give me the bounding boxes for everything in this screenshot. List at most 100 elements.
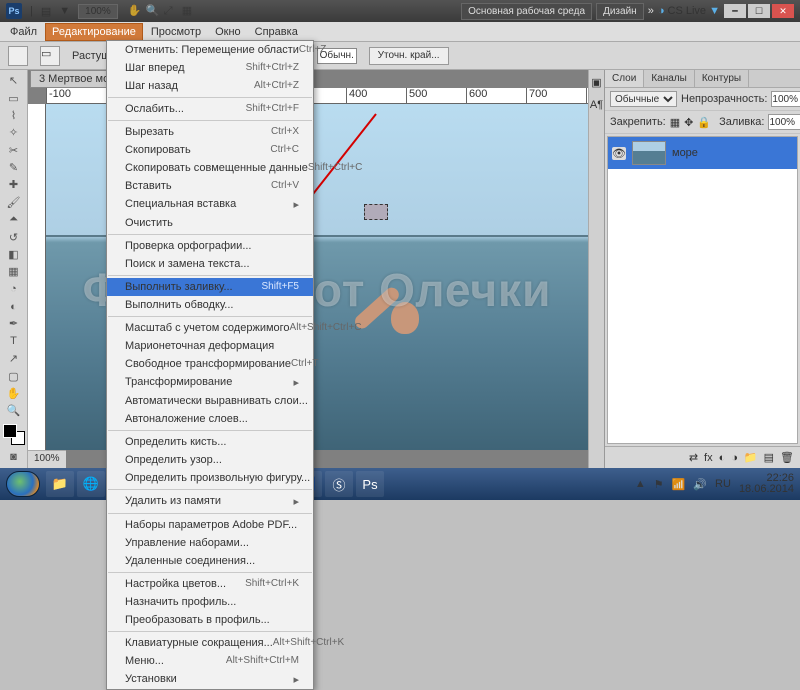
menu-file[interactable]: Файл: [4, 24, 43, 40]
hand-tool-icon[interactable]: ✋: [2, 385, 26, 402]
layer-item[interactable]: 👁 море: [608, 137, 797, 169]
menu-item[interactable]: Преобразовать в профиль...: [107, 611, 313, 629]
marquee-selector-icon[interactable]: ▭: [40, 46, 60, 66]
menu-item[interactable]: Назначить профиль...: [107, 593, 313, 611]
menu-item[interactable]: Ослабить...Shift+Ctrl+F: [107, 100, 313, 118]
menu-window[interactable]: Окно: [209, 24, 247, 40]
design-workspace-button[interactable]: Дизайн: [596, 3, 644, 20]
tray-net-icon[interactable]: 📶: [672, 478, 686, 491]
quickmask-icon[interactable]: ◙: [2, 449, 26, 466]
doc-status-zoom[interactable]: 100%: [28, 450, 66, 468]
menu-item[interactable]: Отменить: Перемещение областиCtrl+Z: [107, 41, 313, 59]
menu-item[interactable]: Специальная вставка: [107, 195, 313, 214]
menu-item[interactable]: Масштаб с учетом содержимогоAlt+Shift+Ct…: [107, 319, 313, 337]
shape-tool-icon[interactable]: ▢: [2, 367, 26, 384]
menu-item[interactable]: ВырезатьCtrl+X: [107, 123, 313, 141]
clock[interactable]: 22:2618.06.2014: [739, 473, 794, 495]
pen-tool-icon[interactable]: ✒: [2, 315, 26, 332]
taskbar-app-icon[interactable]: Ⓢ: [325, 471, 353, 497]
zoom-field[interactable]: 100%: [78, 4, 118, 19]
tab-channels[interactable]: Каналы: [644, 70, 695, 87]
menu-item[interactable]: СкопироватьCtrl+C: [107, 141, 313, 159]
path-tool-icon[interactable]: ↗: [2, 350, 26, 367]
type-tool-icon[interactable]: T: [2, 333, 26, 350]
search-icon[interactable]: »: [648, 5, 654, 17]
history-panel-icon[interactable]: ▣: [591, 76, 601, 89]
opacity-field[interactable]: [771, 91, 800, 107]
menu-item[interactable]: Автоматически выравнивать слои...: [107, 392, 313, 410]
heal-tool-icon[interactable]: ✚: [2, 176, 26, 193]
eyedropper-tool-icon[interactable]: ✎: [2, 159, 26, 176]
layer-name[interactable]: море: [672, 147, 698, 159]
menu-help[interactable]: Справка: [249, 24, 304, 40]
visibility-icon[interactable]: 👁: [612, 147, 626, 160]
menu-item[interactable]: Марионеточная деформация: [107, 337, 313, 355]
new-layer-icon[interactable]: ▤: [764, 451, 774, 464]
blend-mode-select[interactable]: Обычные: [610, 91, 677, 107]
tray-up-icon[interactable]: ▲: [635, 478, 646, 490]
lang-indicator[interactable]: RU: [715, 478, 731, 490]
brush-tool-icon[interactable]: 🖌: [2, 194, 26, 211]
menu-item[interactable]: Проверка орфографии...: [107, 237, 313, 255]
tab-layers[interactable]: Слои: [605, 70, 644, 87]
tray-flag-icon[interactable]: ⚑: [654, 478, 664, 491]
fx-icon[interactable]: fx: [704, 452, 713, 464]
crop-tool-icon[interactable]: ✂: [2, 142, 26, 159]
group-icon[interactable]: 📁: [744, 451, 758, 464]
start-button[interactable]: [6, 471, 40, 497]
gradient-tool-icon[interactable]: ▦: [2, 263, 26, 280]
move-tool-icon[interactable]: ↖: [2, 72, 26, 89]
collapsed-panels[interactable]: ▣ A¶: [588, 70, 604, 468]
lock-all-icon[interactable]: 🔒: [697, 116, 711, 129]
menu-item[interactable]: Наборы параметров Adobe PDF...: [107, 516, 313, 534]
wand-tool-icon[interactable]: ✧: [2, 124, 26, 141]
link-layers-icon[interactable]: ⇄: [689, 451, 698, 464]
menu-item[interactable]: Меню...Alt+Shift+Ctrl+M: [107, 652, 313, 670]
taskbar-app-icon[interactable]: 📁: [46, 471, 74, 497]
menu-item[interactable]: Клавиатурные сокращения...Alt+Shift+Ctrl…: [107, 634, 313, 652]
menu-item[interactable]: Определить произвольную фигуру...: [107, 469, 313, 487]
taskbar-app-icon[interactable]: 🌐: [77, 471, 105, 497]
close-button[interactable]: ✕: [772, 4, 794, 18]
menu-item[interactable]: Выполнить заливку...Shift+F5: [107, 278, 313, 296]
taskbar-app-icon[interactable]: Ps: [356, 471, 384, 497]
lock-pixels-icon[interactable]: ▦: [670, 116, 680, 129]
tray-vol-icon[interactable]: 🔊: [693, 478, 707, 491]
minimize-button[interactable]: ━: [724, 4, 746, 18]
fill-field[interactable]: [768, 114, 800, 130]
view-tools[interactable]: ✋🔍⤢▦: [126, 4, 198, 19]
menu-item[interactable]: Скопировать совмещенные данныеShift+Ctrl…: [107, 159, 313, 177]
cslive-button[interactable]: ◑ CS Live ▼: [658, 5, 720, 17]
menu-item[interactable]: Поиск и замена текста...: [107, 255, 313, 273]
mini-arrow-icon[interactable]: ▼: [59, 5, 70, 17]
menu-item[interactable]: Настройка цветов...Shift+Ctrl+K: [107, 575, 313, 593]
menu-view[interactable]: Просмотр: [145, 24, 207, 40]
workspace-switcher[interactable]: Основная рабочая среда: [461, 3, 592, 20]
menu-item[interactable]: Трансформирование: [107, 373, 313, 392]
dodge-tool-icon[interactable]: ◐: [2, 298, 26, 315]
blur-tool-icon[interactable]: ◔: [2, 281, 26, 298]
menu-item[interactable]: Автоналожение слоев...: [107, 410, 313, 428]
menu-item[interactable]: Шаг впередShift+Ctrl+Z: [107, 59, 313, 77]
stamp-tool-icon[interactable]: ⏶: [2, 211, 26, 228]
menu-item[interactable]: Удаленные соединения...: [107, 552, 313, 570]
menu-item[interactable]: Очистить: [107, 214, 313, 232]
fg-bg-color[interactable]: [3, 424, 25, 445]
mask-icon[interactable]: ◐: [719, 452, 726, 464]
tab-paths[interactable]: Контуры: [695, 70, 749, 87]
marquee-tool-icon[interactable]: ▭: [2, 89, 26, 106]
menu-item[interactable]: Определить узор...: [107, 451, 313, 469]
bridge-icon[interactable]: ▤: [41, 5, 51, 18]
history-brush-icon[interactable]: ↺: [2, 228, 26, 245]
menu-item[interactable]: Определить кисть...: [107, 433, 313, 451]
menu-item[interactable]: Удалить из памяти: [107, 492, 313, 511]
menu-item[interactable]: Шаг назадAlt+Ctrl+Z: [107, 77, 313, 95]
char-panel-icon[interactable]: A¶: [590, 99, 603, 111]
adjustment-icon[interactable]: ◑: [731, 452, 738, 464]
layer-thumbnail[interactable]: [632, 141, 666, 165]
lock-position-icon[interactable]: ✥: [684, 116, 693, 129]
refine-edge-button[interactable]: Уточн. край...: [369, 47, 449, 65]
eraser-tool-icon[interactable]: ◧: [2, 246, 26, 263]
tool-preset-icon[interactable]: [8, 46, 28, 66]
maximize-button[interactable]: ☐: [748, 4, 770, 18]
